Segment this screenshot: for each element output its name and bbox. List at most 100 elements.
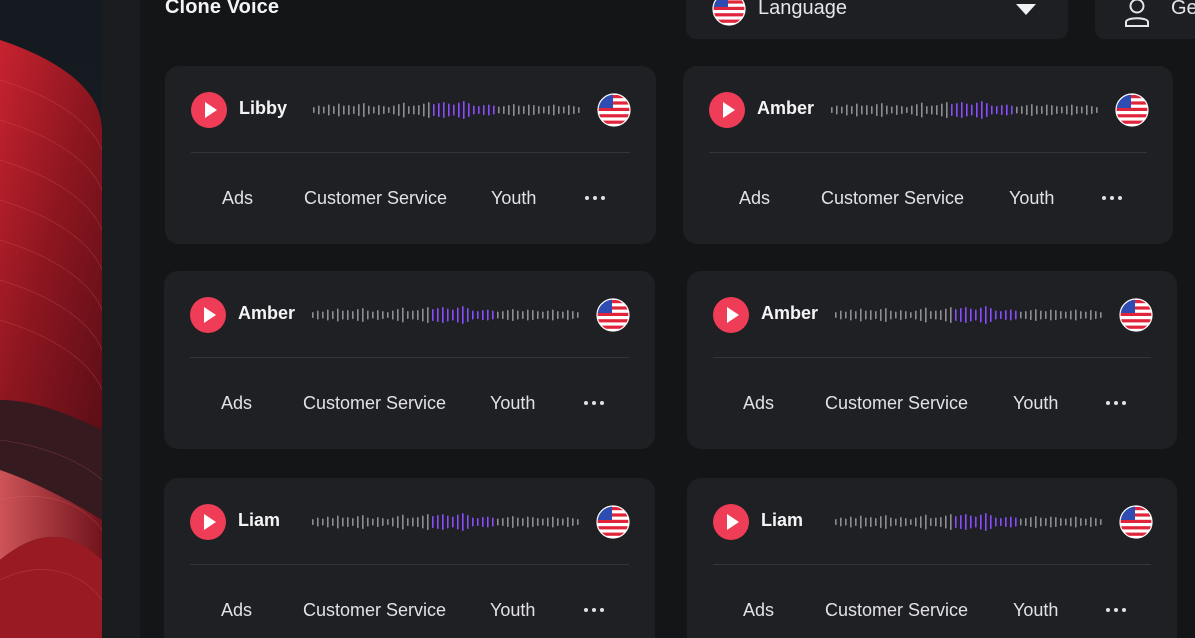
waveform-bar — [1095, 311, 1097, 319]
voice-card[interactable]: Amber Ads Customer Service Youth — [683, 66, 1173, 244]
waveform-bar — [885, 515, 887, 529]
waveform-bar — [1001, 105, 1003, 115]
waveform-icon — [313, 101, 580, 119]
waveform-bar — [557, 311, 559, 319]
voice-card[interactable]: Liam Ads Customer Service Youth — [164, 478, 655, 638]
waveform-bar — [956, 103, 958, 117]
waveform-bar — [458, 102, 460, 118]
waveform-bar — [1025, 518, 1027, 526]
waveform-bar — [433, 104, 435, 116]
play-button[interactable] — [190, 297, 226, 333]
waveform-bar — [502, 518, 504, 526]
waveform-bar — [462, 306, 464, 324]
waveform-bar — [1100, 312, 1102, 318]
waveform-bar — [353, 106, 355, 114]
tag-chip[interactable]: Ads — [222, 188, 253, 209]
tag-chip[interactable]: Youth — [1013, 393, 1058, 414]
more-options-icon[interactable] — [584, 401, 606, 407]
waveform-bar — [577, 312, 579, 318]
more-options-icon[interactable] — [1106, 608, 1128, 614]
waveform-bar — [342, 517, 344, 527]
tag-chip[interactable]: Ads — [743, 393, 774, 414]
waveform-bar — [960, 515, 962, 529]
play-button[interactable] — [709, 92, 745, 128]
waveform-bar — [383, 106, 385, 114]
play-button[interactable] — [713, 297, 749, 333]
waveform-bar — [557, 518, 559, 526]
waveform-bar — [1016, 106, 1018, 114]
play-button[interactable] — [191, 92, 227, 128]
waveform-bar — [503, 106, 505, 114]
voice-card[interactable]: Amber Ads Customer Service Youth — [687, 271, 1177, 449]
waveform-bar — [961, 102, 963, 118]
language-dropdown[interactable]: Language — [686, 0, 1068, 39]
waveform-bar — [1020, 518, 1022, 526]
waveform-bar — [1085, 311, 1087, 319]
tag-chip[interactable]: Customer Service — [303, 393, 446, 414]
us-flag-icon — [1119, 298, 1153, 337]
tag-chip[interactable]: Ads — [221, 600, 252, 621]
waveform-bar — [332, 311, 334, 319]
tag-chip[interactable]: Youth — [491, 188, 536, 209]
tag-chip[interactable]: Youth — [490, 393, 535, 414]
voice-card[interactable]: Libby Ads Customer Service Youth — [165, 66, 656, 244]
waveform-bar — [532, 517, 534, 527]
card-divider — [191, 152, 630, 153]
tag-chip[interactable]: Youth — [1009, 188, 1054, 209]
waveform-bar — [851, 106, 853, 114]
waveform-bar — [881, 103, 883, 117]
waveform-bar — [357, 309, 359, 321]
waveform-bar — [1035, 516, 1037, 528]
waveform-bar — [537, 518, 539, 526]
more-options-icon[interactable] — [585, 196, 607, 202]
profile-button[interactable]: Ge — [1095, 0, 1195, 39]
tag-chip[interactable]: Customer Service — [825, 600, 968, 621]
waveform-bar — [382, 518, 384, 526]
tag-chip[interactable]: Customer Service — [304, 188, 447, 209]
more-options-icon[interactable] — [1106, 401, 1128, 407]
waveform-icon — [835, 306, 1102, 324]
waveform-bar — [473, 105, 475, 115]
waveform-bar — [1000, 311, 1002, 319]
waveform-bar — [502, 311, 504, 319]
waveform-bar — [936, 105, 938, 115]
waveform-bar — [402, 514, 404, 530]
waveform-bar — [906, 107, 908, 113]
waveform-bar — [423, 103, 425, 117]
voice-card[interactable]: Liam Ads Customer Service Youth — [687, 478, 1177, 638]
waveform-bar — [861, 105, 863, 115]
waveform-bar — [1061, 106, 1063, 114]
voice-card[interactable]: Amber Ads Customer Service Youth — [164, 271, 655, 449]
waveform-bar — [950, 514, 952, 530]
waveform-bar — [463, 101, 465, 119]
tag-chip[interactable]: Customer Service — [825, 393, 968, 414]
tag-chip[interactable]: Customer Service — [821, 188, 964, 209]
waveform-bar — [523, 106, 525, 114]
waveform-bar — [915, 310, 917, 320]
tag-chip[interactable]: Ads — [221, 393, 252, 414]
waveform-bar — [352, 518, 354, 526]
play-button[interactable] — [713, 504, 749, 540]
waveform-bar — [995, 310, 997, 320]
tag-chip[interactable]: Ads — [739, 188, 770, 209]
tag-chip[interactable]: Youth — [490, 600, 535, 621]
waveform-bar — [467, 515, 469, 529]
waveform-bar — [890, 517, 892, 527]
waveform-bar — [347, 517, 349, 527]
tag-chip[interactable]: Youth — [1013, 600, 1058, 621]
waveform-bar — [940, 310, 942, 320]
waveform-bar — [367, 517, 369, 527]
waveform-bar — [363, 103, 365, 117]
waveform-bar — [846, 104, 848, 116]
more-options-icon[interactable] — [584, 608, 606, 614]
sidebar-gutter — [102, 0, 140, 638]
tag-chip[interactable]: Ads — [743, 600, 774, 621]
waveform-bar — [462, 513, 464, 531]
tag-chip[interactable]: Customer Service — [303, 600, 446, 621]
waveform-bar — [840, 310, 842, 320]
more-options-icon[interactable] — [1102, 196, 1124, 202]
play-button[interactable] — [190, 504, 226, 540]
waveform-bar — [558, 106, 560, 114]
waveform-bar — [393, 105, 395, 115]
card-divider — [709, 152, 1147, 153]
